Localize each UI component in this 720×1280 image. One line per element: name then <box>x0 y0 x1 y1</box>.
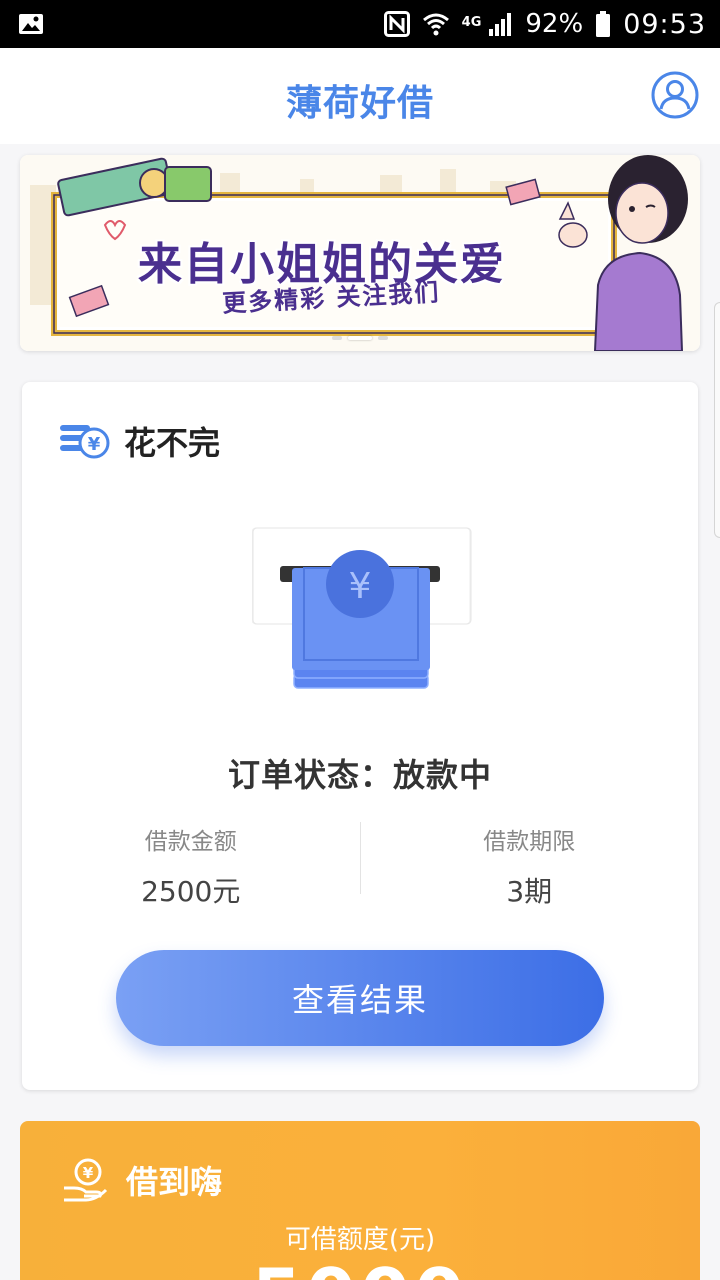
order-status: 订单状态：放款中 <box>227 756 492 794</box>
coin-stack-icon: ¥ <box>60 425 110 459</box>
loan-term: 借款期限 3期 <box>361 822 699 908</box>
quota-value: 5000 <box>20 1253 700 1280</box>
svg-text:¥: ¥ <box>88 434 101 455</box>
loan-product-header: ¥ 借到嗨 <box>62 1157 222 1203</box>
loan-amount: 借款金额 2500元 <box>22 822 360 908</box>
battery-icon <box>596 11 611 37</box>
signal-icon <box>489 13 512 36</box>
loan-amount-label: 借款金额 <box>144 829 237 855</box>
loan-amount-value: 2500元 <box>141 875 241 908</box>
user-profile-button[interactable] <box>650 70 700 120</box>
page-title: 薄荷好借 <box>285 83 434 124</box>
quota-label: 可借额度(元) <box>284 1225 436 1255</box>
banner-dot[interactable] <box>332 336 342 340</box>
svg-text:¥: ¥ <box>349 566 372 607</box>
hand-coin-icon: ¥ <box>64 1158 108 1202</box>
svg-text:¥: ¥ <box>83 1164 94 1182</box>
banner-dot[interactable] <box>378 336 388 340</box>
loan-details: 借款金额 2500元 借款期限 3期 <box>22 822 699 908</box>
cash-dispense-illustration: ¥ <box>252 527 472 689</box>
wifi-icon <box>422 13 449 36</box>
status-bar: 4G 92% 09:53 <box>0 0 720 48</box>
loan-product-card[interactable]: ¥ 借到嗨 可借额度(元) 5000 <box>20 1121 700 1280</box>
nfc-icon <box>383 11 410 37</box>
loan-term-value: 3期 <box>506 875 553 908</box>
loan-product-title: 借到嗨 <box>126 1163 223 1201</box>
order-card: ¥ 花不完 ¥ 订单状态：放款中 借款金额 2500元 借款期限 3期 查看结果 <box>22 382 698 1090</box>
order-card-header: ¥ 花不完 <box>58 418 220 464</box>
app-screen: 4G 92% 09:53 薄荷好借 来自小姐姐的关爱 更多精彩 关注我们 ¥ 花… <box>0 0 720 1280</box>
banner-dot-active[interactable] <box>348 336 372 340</box>
order-card-title: 花不完 <box>124 424 221 462</box>
side-scroll-handle[interactable] <box>714 302 720 538</box>
battery-percent: 92% <box>525 9 584 39</box>
gallery-notification-icon <box>19 14 43 34</box>
network-type: 4G <box>461 14 482 30</box>
view-result-button[interactable]: 查看结果 <box>116 950 604 1046</box>
clock: 09:53 <box>623 8 706 40</box>
app-header: 薄荷好借 <box>0 48 720 144</box>
loan-term-label: 借款期限 <box>483 829 576 855</box>
user-icon <box>651 71 699 119</box>
banner-pagination <box>0 336 720 340</box>
